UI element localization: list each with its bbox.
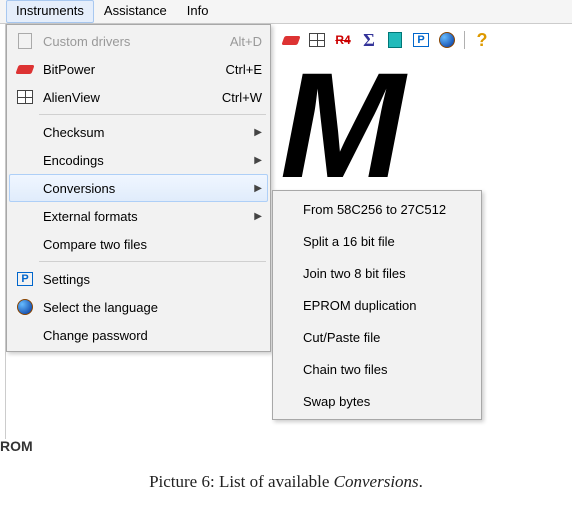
- submenu-label: Chain two files: [303, 362, 388, 377]
- menu-separator: [39, 114, 266, 115]
- menu-instruments[interactable]: Instruments: [6, 0, 94, 23]
- menu-label: BitPower: [43, 62, 218, 77]
- blank-icon: [13, 325, 37, 345]
- submenu-label: Join two 8 bit files: [303, 266, 406, 281]
- menu-assistance[interactable]: Assistance: [94, 0, 177, 23]
- instruments-dropdown: Custom drivers Alt+D BitPower Ctrl+E Ali…: [6, 24, 271, 352]
- menu-alienview[interactable]: AlienView Ctrl+W: [9, 83, 268, 111]
- menu-settings[interactable]: P Settings: [9, 265, 268, 293]
- menu-label: Change password: [43, 328, 262, 343]
- teal-icon[interactable]: [384, 30, 406, 50]
- menu-shortcut: Ctrl+W: [222, 90, 262, 105]
- submenu-label: From 58C256 to 27C512: [303, 202, 446, 217]
- menu-custom-drivers[interactable]: Custom drivers Alt+D: [9, 27, 268, 55]
- caption-suffix: .: [419, 472, 423, 491]
- globe-icon: [13, 297, 37, 317]
- submenu-arrow-icon: ▶: [254, 183, 262, 194]
- menu-shortcut: Ctrl+E: [226, 62, 262, 77]
- blank-icon: [13, 234, 37, 254]
- submenu-arrow-icon: ▶: [254, 127, 262, 138]
- globe-icon[interactable]: [436, 30, 458, 50]
- menu-select-language[interactable]: Select the language: [9, 293, 268, 321]
- submenu-join-8bit[interactable]: Join two 8 bit files: [275, 257, 479, 289]
- menu-label: Settings: [43, 272, 262, 287]
- submenu-from-58c256[interactable]: From 58C256 to 27C512: [275, 193, 479, 225]
- menu-encodings[interactable]: Encodings ▶: [9, 146, 268, 174]
- menu-label: Compare two files: [43, 237, 262, 252]
- menu-conversions[interactable]: Conversions ▶: [9, 174, 268, 202]
- chip-icon[interactable]: [280, 30, 302, 50]
- submenu-eprom-dup[interactable]: EPROM duplication: [275, 289, 479, 321]
- doc-icon: [13, 31, 37, 51]
- menu-separator: [39, 261, 266, 262]
- submenu-split-16bit[interactable]: Split a 16 bit file: [275, 225, 479, 257]
- caption-emphasis: Conversions: [334, 472, 419, 491]
- p-box-icon[interactable]: P: [410, 30, 432, 50]
- menubar: Instruments Assistance Info: [0, 0, 572, 24]
- conversions-submenu: From 58C256 to 27C512 Split a 16 bit fil…: [272, 190, 482, 420]
- red-r-icon[interactable]: R4: [332, 30, 354, 50]
- p-box-icon: P: [13, 269, 37, 289]
- submenu-arrow-icon: ▶: [254, 211, 262, 222]
- help-icon[interactable]: ?: [471, 30, 493, 50]
- toolbar-separator: [464, 31, 465, 49]
- grid-icon: [13, 87, 37, 107]
- caption-prefix: Picture 6: List of available: [149, 472, 334, 491]
- menu-change-password[interactable]: Change password: [9, 321, 268, 349]
- menu-external-formats[interactable]: External formats ▶: [9, 202, 268, 230]
- menu-label: External formats: [43, 209, 246, 224]
- submenu-label: Cut/Paste file: [303, 330, 380, 345]
- submenu-label: Split a 16 bit file: [303, 234, 395, 249]
- submenu-arrow-icon: ▶: [254, 155, 262, 166]
- menu-info[interactable]: Info: [177, 0, 219, 23]
- menu-label: Conversions: [43, 181, 246, 196]
- submenu-cut-paste[interactable]: Cut/Paste file: [275, 321, 479, 353]
- menu-label: Encodings: [43, 153, 246, 168]
- blank-icon: [13, 206, 37, 226]
- blank-icon: [13, 178, 37, 198]
- menu-label: Select the language: [43, 300, 262, 315]
- chip-icon: [13, 59, 37, 79]
- menu-label: Custom drivers: [43, 34, 222, 49]
- blank-icon: [13, 150, 37, 170]
- toolbar-fragment: R4 Σ P ?: [280, 30, 493, 50]
- menu-compare-files[interactable]: Compare two files: [9, 230, 268, 258]
- menu-checksum[interactable]: Checksum ▶: [9, 118, 268, 146]
- blank-icon: [13, 122, 37, 142]
- menu-label: AlienView: [43, 90, 214, 105]
- grid-icon[interactable]: [306, 30, 328, 50]
- submenu-swap-bytes[interactable]: Swap bytes: [275, 385, 479, 417]
- background-logo: MIUM: [280, 60, 450, 210]
- submenu-chain-files[interactable]: Chain two files: [275, 353, 479, 385]
- rom-label-fragment: ROM: [0, 438, 33, 454]
- submenu-label: EPROM duplication: [303, 298, 416, 313]
- menu-bitpower[interactable]: BitPower Ctrl+E: [9, 55, 268, 83]
- sigma-icon[interactable]: Σ: [358, 30, 380, 50]
- menu-shortcut: Alt+D: [230, 34, 262, 49]
- menu-label: Checksum: [43, 125, 246, 140]
- submenu-label: Swap bytes: [303, 394, 370, 409]
- figure-caption: Picture 6: List of available Conversions…: [0, 472, 572, 492]
